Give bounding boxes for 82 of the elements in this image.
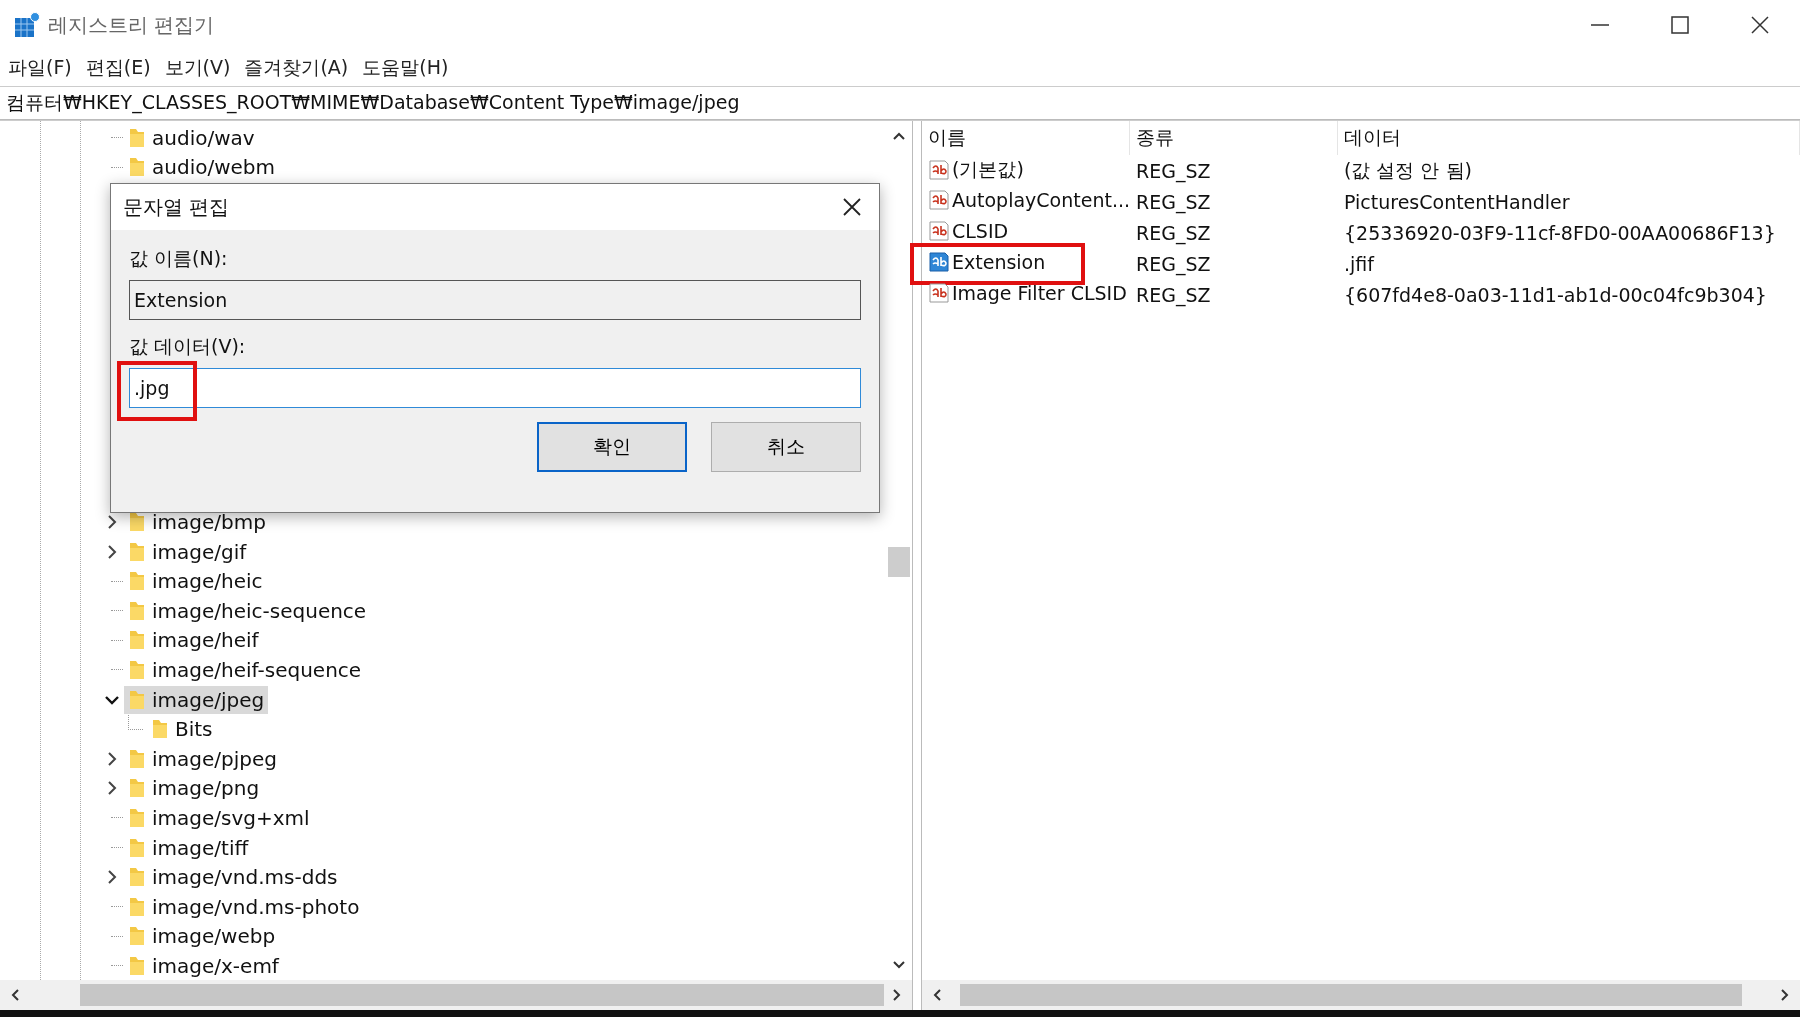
folder-icon <box>128 866 146 889</box>
field-label: 값 데이터(V): <box>129 334 246 359</box>
dialog-title: 문자열 편집 <box>123 193 230 221</box>
folder-icon <box>128 954 146 977</box>
horizontal-scrollbar[interactable] <box>922 980 1800 1010</box>
folder-icon <box>128 777 146 800</box>
horizontal-scrollbar[interactable] <box>0 980 912 1010</box>
tree-item[interactable]: Bits <box>147 715 217 744</box>
folder-icon <box>128 599 146 622</box>
window-title: 레지스트리 편집기 <box>48 11 215 39</box>
tree-item[interactable]: audio/wav <box>124 123 259 152</box>
column-header[interactable]: 종류 <box>1130 121 1338 155</box>
scroll-left-icon[interactable] <box>932 988 942 1002</box>
folder-icon <box>128 156 146 179</box>
value-type: REG_SZ <box>1135 190 1212 213</box>
tree-item[interactable]: image/heic-sequence <box>124 596 371 625</box>
scroll-left-icon[interactable] <box>10 988 20 1002</box>
column-header[interactable]: 데이터 <box>1338 121 1800 155</box>
scroll-thumb[interactable] <box>888 547 910 577</box>
field-label: 값 이름(N): <box>129 246 228 271</box>
value-data: PicturesContentHandler <box>1343 190 1571 213</box>
tree-item[interactable]: image/heif-sequence <box>124 655 366 684</box>
value-type: REG_SZ <box>1135 283 1212 306</box>
tree-item[interactable]: image/png <box>124 774 264 803</box>
folder-icon <box>128 925 146 948</box>
menu-item[interactable]: 도움말(H) <box>362 55 449 81</box>
menu-item[interactable]: 보기(V) <box>164 55 231 81</box>
value-name[interactable]: (기본값) <box>952 156 1024 183</box>
tree-item[interactable]: image/heif <box>124 626 263 655</box>
folder-icon <box>128 570 146 593</box>
close-icon[interactable] <box>1750 15 1770 35</box>
tree-item[interactable]: image/x-emf <box>124 951 283 980</box>
value-data: (값 설정 안 됨) <box>1343 157 1473 183</box>
tree-item[interactable]: image/jpeg <box>124 685 269 714</box>
scroll-thumb[interactable] <box>80 984 884 1006</box>
folder-icon <box>128 836 146 859</box>
tree-item[interactable]: image/svg+xml <box>124 803 314 832</box>
tree-item[interactable]: image/heic <box>124 567 267 596</box>
tree-item[interactable]: image/vnd.ms-dds <box>124 863 342 892</box>
app-icon <box>14 12 40 38</box>
dialog-button[interactable]: 취소 <box>711 422 861 472</box>
folder-icon <box>128 806 146 829</box>
folder-icon <box>128 895 146 918</box>
value-data: {607fd4e8-0a03-11d1-ab1d-00c04fc9b304} <box>1343 283 1768 306</box>
value-name[interactable]: Image Filter CLSID <box>952 281 1127 304</box>
tree-item[interactable]: image/gif <box>124 537 251 566</box>
value-name[interactable]: AutoplayContent... <box>952 188 1131 211</box>
tree-item[interactable]: image/webp <box>124 922 280 951</box>
tree-item[interactable]: image/pjpeg <box>124 744 281 773</box>
value-name[interactable]: Extension <box>952 250 1046 273</box>
folder-icon <box>128 747 146 770</box>
value-type: REG_SZ <box>1135 221 1212 244</box>
tree-item[interactable]: image/tiff <box>124 833 253 862</box>
menu-item[interactable]: 즐겨찾기(A) <box>244 55 349 81</box>
value-name[interactable]: CLSID <box>952 219 1009 242</box>
menu-item[interactable]: 편집(E) <box>85 55 151 81</box>
tree-item[interactable]: image/bmp <box>124 508 270 536</box>
folder-icon <box>128 688 146 711</box>
value-type: REG_SZ <box>1135 252 1212 275</box>
tree-item[interactable]: audio/webm <box>124 153 279 182</box>
value-data: {25336920-03F9-11cf-8FD0-00AA00686F13} <box>1343 221 1777 244</box>
close-icon[interactable] <box>843 198 861 216</box>
value-type: REG_SZ <box>1135 159 1212 182</box>
folder-icon <box>128 629 146 652</box>
column-header[interactable]: 이름 <box>922 121 1130 155</box>
value-data-field[interactable]: .jpg <box>129 368 861 408</box>
address-bar[interactable]: 컴퓨터₩HKEY_CLASSES_ROOT₩MIME₩Database₩Content Type₩image/jpeg <box>0 86 1800 120</box>
folder-icon <box>128 540 146 563</box>
folder-icon <box>151 718 169 741</box>
scroll-thumb[interactable] <box>960 984 1742 1006</box>
scroll-up-icon[interactable] <box>892 131 906 141</box>
maximize-icon[interactable] <box>1670 15 1690 35</box>
value-name-field[interactable]: Extension <box>129 280 861 320</box>
folder-icon <box>128 658 146 681</box>
folder-icon <box>128 126 146 149</box>
scroll-right-icon[interactable] <box>892 988 902 1002</box>
scroll-right-icon[interactable] <box>1780 988 1790 1002</box>
dialog-button[interactable]: 확인 <box>537 422 687 472</box>
tree-item[interactable]: image/vnd.ms-photo <box>124 892 364 921</box>
value-data: .jfif <box>1343 252 1376 275</box>
scroll-down-icon[interactable] <box>892 960 906 970</box>
menu-item[interactable]: 파일(F) <box>8 55 72 81</box>
